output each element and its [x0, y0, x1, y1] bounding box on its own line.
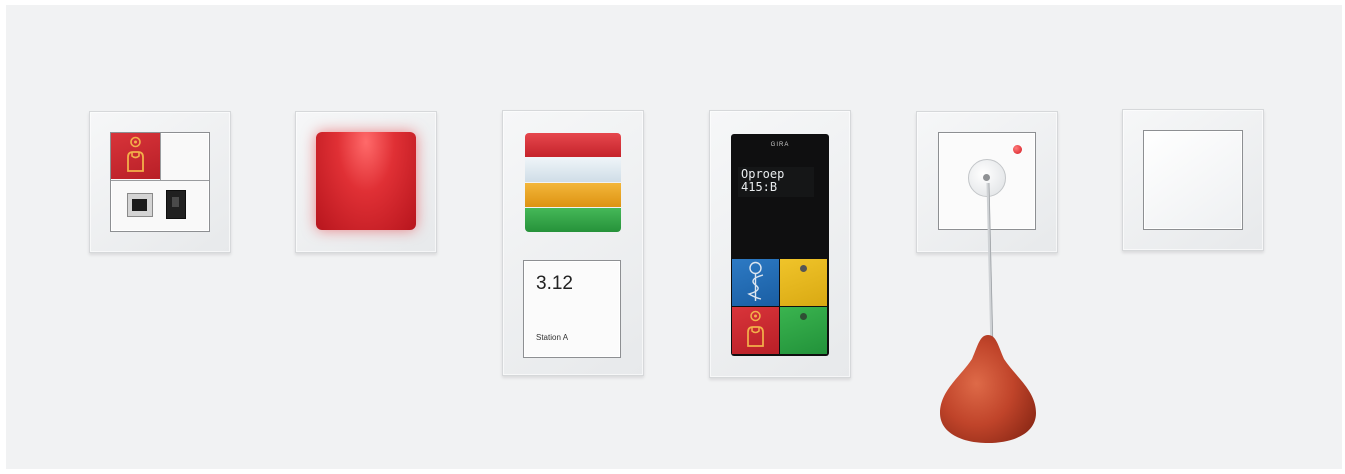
room-number: 3.12 — [536, 273, 573, 294]
terminal-body: GIRA Oproep 415:B — [731, 134, 829, 356]
rocker-switch-device — [1122, 109, 1264, 251]
call-terminal-device: GIRA Oproep 415:B — [709, 110, 851, 378]
lcd-line-2: 415:B — [741, 180, 778, 194]
corridor-display-device: 3.12 Station A — [502, 110, 644, 376]
status-light-red — [525, 133, 621, 157]
call-button[interactable] — [111, 133, 160, 179]
person-icon — [127, 136, 144, 172]
person-icon — [747, 310, 764, 347]
brand-label: GIRA — [770, 142, 790, 148]
lcd-screen: Oproep 415:B — [738, 167, 814, 197]
signal-light-device — [295, 111, 437, 253]
room-display-panel: 3.12 Station A — [523, 260, 621, 358]
red-signal-lens — [316, 132, 416, 230]
status-light-white — [525, 158, 621, 182]
call-socket-device — [89, 111, 231, 253]
yellow-button[interactable] — [780, 259, 827, 306]
product-lineup: 3.12 Station A GIRA Oproep 415:B — [6, 5, 1342, 469]
red-call-button[interactable] — [732, 307, 779, 354]
status-light-green — [525, 208, 621, 232]
call-socket-insert — [110, 132, 210, 232]
indicator-led — [1013, 145, 1022, 154]
pull-cord-icon — [983, 174, 990, 181]
button-led — [800, 313, 807, 320]
divider-line — [160, 133, 161, 180]
rocker-switch[interactable] — [1143, 130, 1243, 230]
green-button[interactable] — [780, 307, 827, 354]
status-light-amber — [525, 183, 621, 207]
network-port-icon[interactable] — [127, 193, 153, 217]
station-label: Station A — [536, 333, 569, 342]
button-led — [800, 265, 807, 272]
phone-jack-icon[interactable] — [166, 190, 186, 219]
divider-line — [111, 180, 209, 181]
pear-handle[interactable] — [932, 333, 1044, 445]
blue-caduceus-button[interactable] — [732, 259, 779, 306]
caduceus-icon — [747, 261, 764, 301]
